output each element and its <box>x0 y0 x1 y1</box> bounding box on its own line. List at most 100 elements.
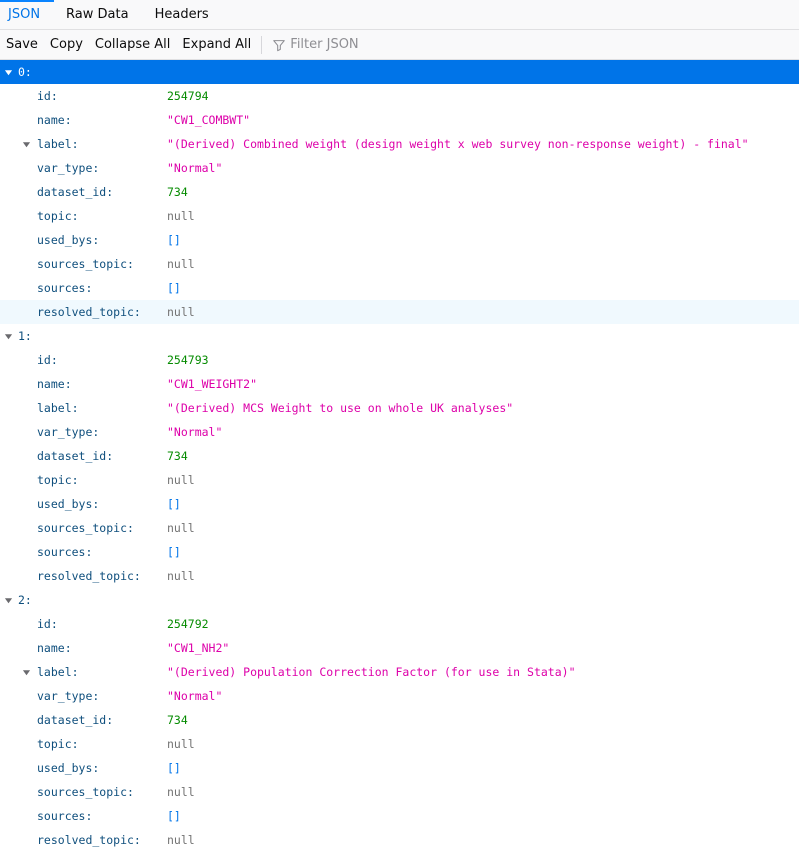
field-key: used_bys: <box>37 233 100 247</box>
field-value: "(Derived) Combined weight (design weigh… <box>167 137 749 151</box>
json-field-row[interactable]: var_type: "Normal" <box>0 420 799 444</box>
expand-toggle-icon[interactable] <box>21 139 31 149</box>
field-key: resolved_topic: <box>37 569 141 583</box>
json-record-row[interactable]: 1: <box>0 324 799 348</box>
json-field-row[interactable]: topic: null <box>0 468 799 492</box>
field-key: topic: <box>37 737 79 751</box>
json-field-row[interactable]: name: "CW1_NH2" <box>0 636 799 660</box>
expand-toggle-icon[interactable] <box>3 67 13 77</box>
field-value: [] <box>167 233 181 247</box>
json-field-row[interactable]: var_type: "Normal" <box>0 156 799 180</box>
json-field-row[interactable]: sources_topic: null <box>0 780 799 804</box>
field-key: topic: <box>37 473 79 487</box>
field-value: "CW1_COMBWT" <box>167 113 251 127</box>
json-field-row[interactable]: used_bys: [] <box>0 228 799 252</box>
json-field-row[interactable]: resolved_topic: null <box>0 828 799 852</box>
collapse-all-button[interactable]: Collapse All <box>89 30 177 59</box>
field-key: name: <box>37 377 72 391</box>
field-key: id: <box>37 617 58 631</box>
field-value: 734 <box>167 449 188 463</box>
expand-all-button[interactable]: Expand All <box>176 30 257 59</box>
field-key: topic: <box>37 209 79 223</box>
field-key: label: <box>37 137 79 151</box>
filter-icon <box>273 39 286 51</box>
json-field-row[interactable]: name: "CW1_COMBWT" <box>0 108 799 132</box>
json-field-row[interactable]: label: "(Derived) MCS Weight to use on wh… <box>0 396 799 420</box>
field-key: resolved_topic: <box>37 305 141 319</box>
field-value: "CW1_NH2" <box>167 641 230 655</box>
copy-button[interactable]: Copy <box>44 30 89 59</box>
expand-toggle-icon[interactable] <box>21 667 31 677</box>
expand-toggle-icon[interactable] <box>3 331 13 341</box>
filter-box[interactable] <box>266 30 491 59</box>
json-field-row[interactable]: sources: [] <box>0 276 799 300</box>
tab-headers[interactable]: Headers <box>141 0 221 29</box>
json-field-row[interactable]: sources: [] <box>0 804 799 828</box>
json-field-row[interactable]: label: "(Derived) Combined weight (design… <box>0 132 799 156</box>
field-key: dataset_id: <box>37 185 114 199</box>
json-field-row[interactable]: dataset_id: 734 <box>0 708 799 732</box>
json-field-row[interactable]: dataset_id: 734 <box>0 444 799 468</box>
filter-json-input[interactable] <box>290 37 491 52</box>
field-value: "(Derived) MCS Weight to use on whole UK… <box>167 401 514 415</box>
field-value: [] <box>167 545 181 559</box>
field-value: "Normal" <box>167 161 223 175</box>
field-value: [] <box>167 809 181 823</box>
field-key: sources: <box>37 281 93 295</box>
field-value: "(Derived) Population Correction Factor … <box>167 665 576 679</box>
field-key: dataset_id: <box>37 449 114 463</box>
record-index: 0: <box>18 65 32 79</box>
json-field-row[interactable]: used_bys: [] <box>0 756 799 780</box>
field-value: 254792 <box>167 617 209 631</box>
json-field-row[interactable]: topic: null <box>0 732 799 756</box>
field-value: "Normal" <box>167 689 223 703</box>
json-field-row[interactable]: used_bys: [] <box>0 492 799 516</box>
json-field-row[interactable]: name: "CW1_WEIGHT2" <box>0 372 799 396</box>
json-field-row[interactable]: id: 254792 <box>0 612 799 636</box>
json-field-row[interactable]: dataset_id: 734 <box>0 180 799 204</box>
field-key: sources_topic: <box>37 785 134 799</box>
json-field-row[interactable]: sources_topic: null <box>0 516 799 540</box>
field-key: used_bys: <box>37 761 100 775</box>
json-record-row[interactable]: 0: <box>0 60 799 84</box>
tab-raw-data[interactable]: Raw Data <box>54 0 141 29</box>
field-value: null <box>167 785 195 799</box>
field-value: 254793 <box>167 353 209 367</box>
field-value: null <box>167 209 195 223</box>
field-key: label: <box>37 665 79 679</box>
json-field-row[interactable]: label: "(Derived) Population Correction F… <box>0 660 799 684</box>
field-key: label: <box>37 401 79 415</box>
field-value: null <box>167 305 195 319</box>
field-key: sources_topic: <box>37 257 134 271</box>
field-value: null <box>167 257 195 271</box>
field-key: name: <box>37 113 72 127</box>
toolbar-divider <box>261 35 263 54</box>
json-field-row[interactable]: topic: null <box>0 204 799 228</box>
json-field-row[interactable]: var_type: "Normal" <box>0 684 799 708</box>
field-value: [] <box>167 497 181 511</box>
json-field-row[interactable]: id: 254794 <box>0 84 799 108</box>
field-value: "CW1_WEIGHT2" <box>167 377 258 391</box>
field-key: dataset_id: <box>37 713 114 727</box>
expand-toggle-icon[interactable] <box>3 595 13 605</box>
json-field-row[interactable]: resolved_topic: null <box>0 300 799 324</box>
json-record-row[interactable]: 2: <box>0 588 799 612</box>
field-value: null <box>167 569 195 583</box>
field-key: var_type: <box>37 425 100 439</box>
field-key: used_bys: <box>37 497 100 511</box>
save-button[interactable]: Save <box>0 30 44 59</box>
json-field-row[interactable]: id: 254793 <box>0 348 799 372</box>
field-value: 734 <box>167 185 188 199</box>
field-value: null <box>167 521 195 535</box>
json-field-row[interactable]: sources: [] <box>0 540 799 564</box>
field-key: id: <box>37 353 58 367</box>
json-field-row[interactable]: sources_topic: null <box>0 252 799 276</box>
field-key: var_type: <box>37 689 100 703</box>
field-key: var_type: <box>37 161 100 175</box>
field-value: 254794 <box>167 89 209 103</box>
tab-json[interactable]: JSON <box>0 0 55 29</box>
json-field-row[interactable]: resolved_topic: null <box>0 564 799 588</box>
record-index: 1: <box>18 329 32 343</box>
field-value: [] <box>167 761 181 775</box>
json-tree: 0: id: 254794 name: "CW1_COMBWT" label: "(Deri… <box>0 60 799 852</box>
